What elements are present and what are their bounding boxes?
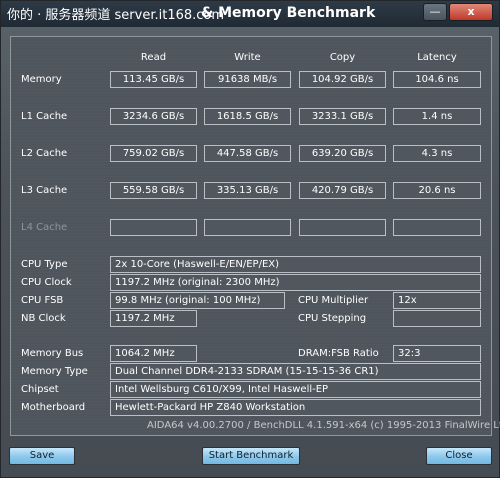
cpu-clock-value: 1197.2 MHz (original: 2300 MHz)	[110, 274, 481, 291]
l4-read-value	[110, 219, 197, 236]
title-bar[interactable]: 你的 · 服务器频道 server.it168.com & Memory Ben…	[1, 1, 499, 27]
l2-copy-value: 639.20 GB/s	[299, 145, 386, 162]
l4-latency-value	[393, 219, 481, 236]
l2-read-value: 759.02 GB/s	[110, 145, 197, 162]
close-button[interactable]: Close	[426, 447, 492, 465]
l1-read-value: 3234.6 GB/s	[110, 108, 197, 125]
memory-latency-value: 104.6 ns	[393, 71, 481, 88]
chipset-value: Intel Wellsburg C610/X99, Intel Haswell-…	[110, 381, 481, 398]
l3-latency-value: 20.6 ns	[393, 182, 481, 199]
cpu-type-value: 2x 10-Core (Haswell-E/EN/EP/EX)	[110, 256, 481, 273]
results-panel: Read Write Copy Latency Memory 113.45 GB…	[10, 36, 500, 436]
l1-copy-value: 3233.1 GB/s	[299, 108, 386, 125]
minimize-button[interactable]: —	[423, 3, 447, 21]
dram-fsb-ratio-label: DRAM:FSB Ratio	[298, 348, 379, 359]
cpu-fsb-value: 99.8 MHz (original: 100 MHz)	[110, 292, 285, 309]
l4-copy-value	[299, 219, 386, 236]
col-header-write: Write	[234, 52, 261, 63]
memory-bus-value: 1064.2 MHz	[110, 345, 197, 362]
l3-copy-value: 420.79 GB/s	[299, 182, 386, 199]
cpu-multiplier-value: 12x	[393, 292, 481, 309]
memory-type-label: Memory Type	[21, 366, 88, 377]
benchmark-window: 你的 · 服务器频道 server.it168.com & Memory Ben…	[0, 0, 500, 478]
memory-read-value: 113.45 GB/s	[110, 71, 197, 88]
nb-clock-value: 1197.2 MHz	[110, 310, 197, 327]
chipset-label: Chipset	[21, 384, 59, 395]
l1-write-value: 1618.5 GB/s	[204, 108, 291, 125]
row-label-memory: Memory	[21, 74, 62, 85]
window-title: & Memory Benchmark	[201, 5, 376, 21]
memory-type-value: Dual Channel DDR4-2133 SDRAM (15-15-15-3…	[110, 363, 481, 380]
watermark-text: 你的 · 服务器频道 server.it168.com	[7, 8, 225, 23]
dram-fsb-ratio-value: 32:3	[393, 345, 481, 362]
start-benchmark-button[interactable]: Start Benchmark	[202, 447, 300, 465]
version-footer: AIDA64 v4.00.2700 / BenchDLL 4.1.591-x64…	[147, 420, 500, 431]
cpu-stepping-label: CPU Stepping	[298, 313, 367, 324]
window-close-button[interactable]: x	[449, 3, 493, 21]
cpu-clock-label: CPU Clock	[21, 277, 72, 288]
memory-bus-label: Memory Bus	[21, 348, 84, 359]
nb-clock-label: NB Clock	[21, 313, 66, 324]
memory-write-value: 91638 MB/s	[204, 71, 291, 88]
row-label-l4: L4 Cache	[21, 222, 68, 233]
col-header-latency: Latency	[417, 52, 457, 63]
cpu-multiplier-label: CPU Multiplier	[298, 295, 369, 306]
col-header-copy: Copy	[329, 52, 356, 63]
l2-write-value: 447.58 GB/s	[204, 145, 291, 162]
cpu-stepping-value	[393, 310, 481, 327]
col-header-read: Read	[140, 52, 167, 63]
motherboard-value: Hewlett-Packard HP Z840 Workstation	[110, 399, 481, 416]
l3-write-value: 335.13 GB/s	[204, 182, 291, 199]
cpu-fsb-label: CPU FSB	[21, 295, 64, 306]
row-label-l3: L3 Cache	[21, 185, 68, 196]
row-label-l2: L2 Cache	[21, 148, 68, 159]
memory-copy-value: 104.92 GB/s	[299, 71, 386, 88]
save-button[interactable]: Save	[9, 447, 75, 465]
cpu-type-label: CPU Type	[21, 259, 68, 270]
l4-write-value	[204, 219, 291, 236]
motherboard-label: Motherboard	[21, 402, 86, 413]
l2-latency-value: 4.3 ns	[393, 145, 481, 162]
l3-read-value: 559.58 GB/s	[110, 182, 197, 199]
l1-latency-value: 1.4 ns	[393, 108, 481, 125]
row-label-l1: L1 Cache	[21, 111, 68, 122]
